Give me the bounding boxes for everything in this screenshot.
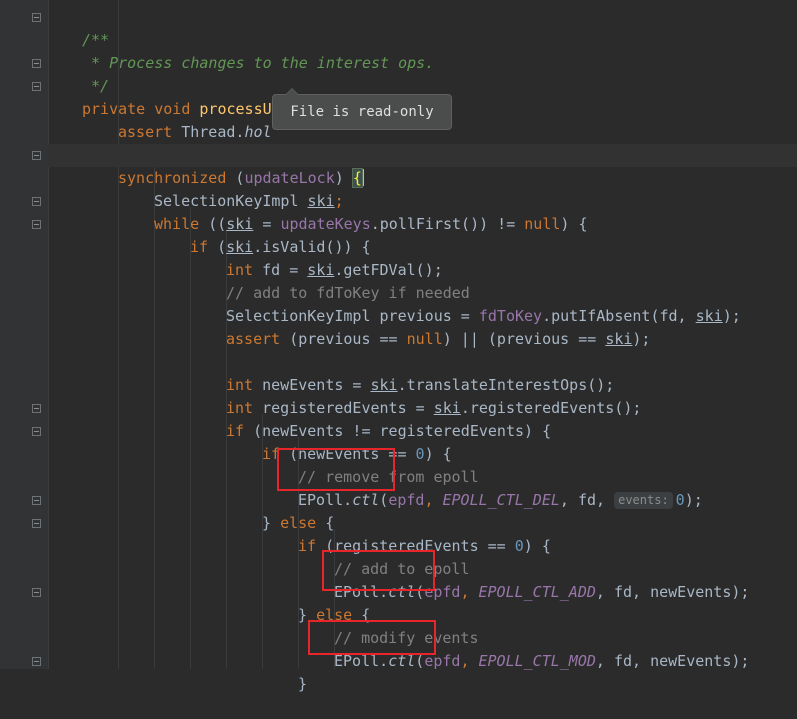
code-line: if (newEvents != registeredEvents) {	[226, 422, 552, 440]
current-line: synchronized (updateLock) {	[48, 144, 797, 188]
code-line: if (registeredEvents == 0) {	[298, 537, 551, 555]
editor-gutter	[0, 0, 49, 669]
fold-toggle-icon[interactable]	[32, 404, 41, 413]
code-line: // add to fdToKey if needed	[48, 259, 797, 302]
read-only-tooltip: File is read-only	[272, 88, 452, 130]
highlight-box	[308, 620, 436, 655]
fold-toggle-icon[interactable]	[32, 427, 41, 436]
fold-toggle-icon[interactable]	[32, 496, 41, 505]
code-line: EPoll.ctl(epfd, EPOLL_CTL_DEL, fd, event…	[298, 491, 703, 509]
code-line: int fd = ski.getFDVal();	[226, 261, 443, 279]
code-line: } else {	[262, 514, 335, 532]
code-line: SelectionKeyImpl previous = fdToKey.putI…	[226, 307, 741, 325]
code-line: SelectionKeyImpl ski;	[154, 192, 344, 210]
code-line: if (ski.isValid()) {	[190, 238, 371, 256]
code-line: /**	[48, 6, 797, 49]
code-line: */	[48, 52, 797, 95]
fold-toggle-icon[interactable]	[32, 82, 41, 91]
code-line: int newEvents = ski.translateInterestOps…	[226, 376, 615, 394]
code-line: if (newEvents == 0) {	[262, 445, 452, 463]
fold-toggle-icon[interactable]	[32, 151, 41, 160]
fold-toggle-icon[interactable]	[32, 13, 41, 22]
highlight-box	[277, 448, 395, 491]
fold-toggle-icon[interactable]	[32, 519, 41, 528]
code-line: while ((ski = updateKeys.pollFirst()) !=…	[154, 215, 588, 233]
fold-toggle-icon[interactable]	[32, 59, 41, 68]
code-line: * Process changes to the interest ops.	[48, 29, 797, 72]
highlight-box	[322, 550, 435, 591]
code-line: assert (previous == null) || (previous =…	[226, 330, 651, 348]
code-line: int registeredEvents = ski.registeredEve…	[226, 399, 642, 417]
fold-toggle-icon[interactable]	[32, 657, 41, 666]
fold-toggle-icon[interactable]	[32, 220, 41, 229]
fold-toggle-icon[interactable]	[32, 588, 41, 597]
fold-toggle-icon[interactable]	[32, 197, 41, 206]
code-line: // remove from epoll	[48, 443, 797, 486]
